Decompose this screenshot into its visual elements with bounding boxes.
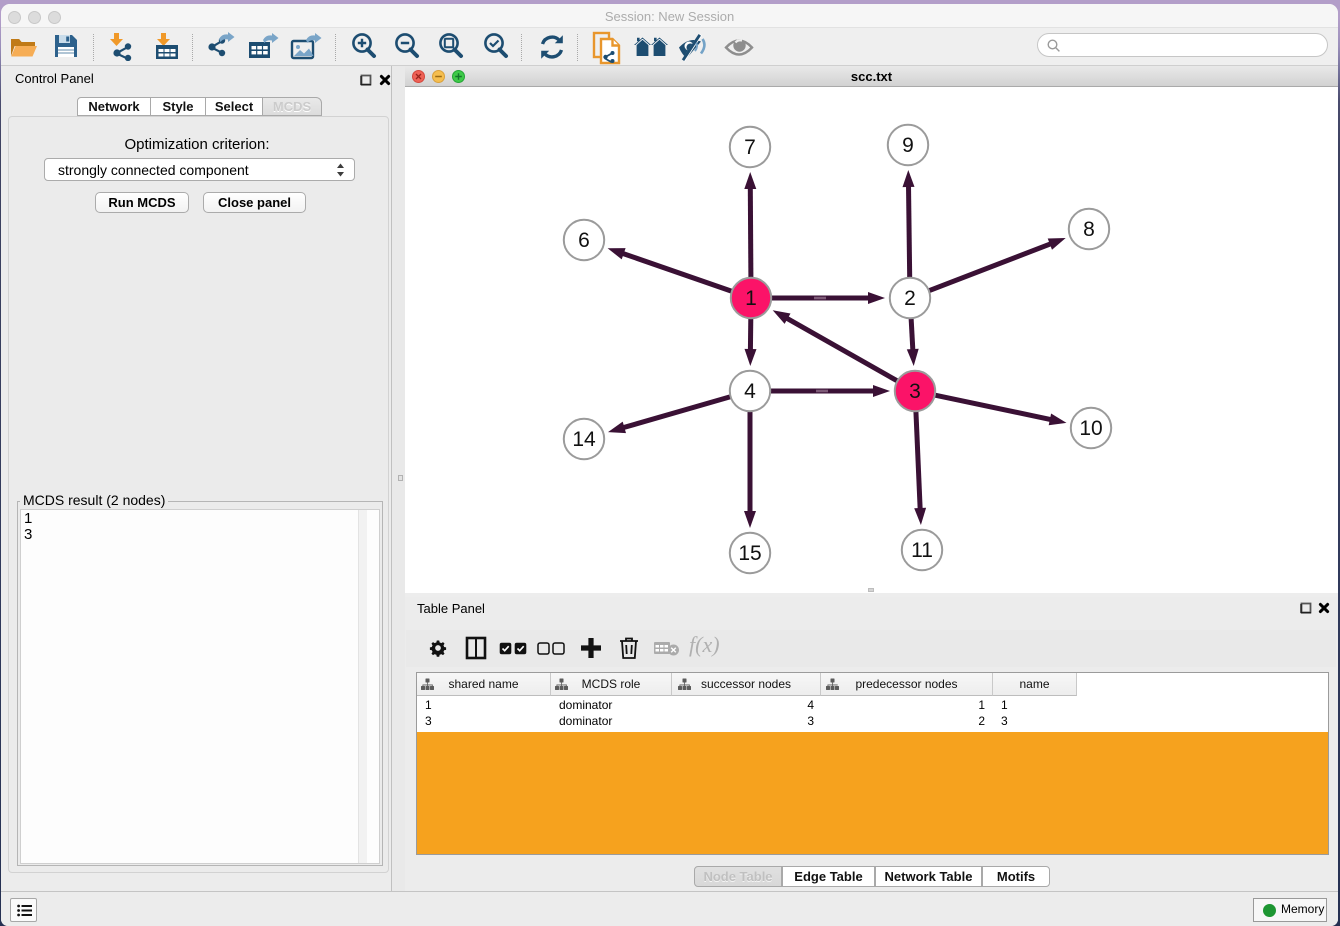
svg-text:6: 6 — [578, 229, 590, 252]
svg-text:8: 8 — [1083, 218, 1095, 241]
svg-text:15: 15 — [738, 542, 761, 565]
svg-text:2: 2 — [904, 287, 916, 310]
svg-text:10: 10 — [1079, 417, 1102, 440]
svg-text:11: 11 — [911, 539, 933, 562]
svg-text:14: 14 — [572, 428, 596, 451]
svg-text:9: 9 — [902, 134, 914, 157]
svg-text:3: 3 — [909, 380, 921, 403]
svg-text:1: 1 — [745, 287, 757, 310]
svg-text:4: 4 — [744, 380, 756, 403]
svg-text:7: 7 — [744, 136, 756, 159]
